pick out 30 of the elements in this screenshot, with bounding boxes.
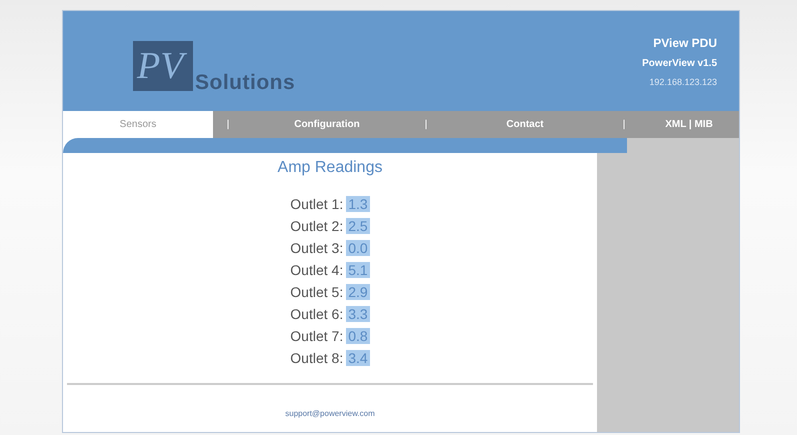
nav-tab[interactable]: Configuration [243,111,411,138]
logo-text: Solutions [195,71,296,95]
outlet-value: 2.9 [346,284,370,300]
outlet-label: Outlet 7: [290,328,344,344]
outlet-label: Outlet 4: [290,262,344,278]
nav-tab[interactable]: Contact [441,111,609,138]
outlet-label: Outlet 5: [290,284,344,300]
logo-mark: PV [133,41,193,91]
outlet-label: Outlet 2: [290,218,344,234]
outlet-value: 3.4 [346,350,370,366]
outlet-value: 0.8 [346,328,370,344]
section-title: Amp Readings [278,159,382,177]
nav-tab[interactable]: XML | MIB [639,111,739,138]
header-info-text: PowerView v1.5 [642,58,717,68]
outlet-label: Outlet 3: [290,240,344,256]
outlet-label: Outlet 1: [290,196,344,212]
nav-tab[interactable]: Sensors [63,111,213,138]
nav-separator: | [622,119,626,130]
support-email-link[interactable]: support@powerview.com [285,409,375,418]
outlet-value: 0.0 [346,240,370,256]
header-info-text: PView PDU [653,36,717,50]
outlet-value: 2.5 [346,218,370,234]
outlet-label: Outlet 6: [290,306,344,322]
nav-separator: | [226,119,230,130]
outlet-value: 1.3 [346,196,370,212]
outlet-value: 3.3 [346,306,370,322]
nav-separator: | [424,119,428,130]
header-info-text: 192.168.123.123 [649,76,717,86]
outlet-value: 5.1 [346,262,370,278]
outlet-label: Outlet 8: [290,350,344,366]
